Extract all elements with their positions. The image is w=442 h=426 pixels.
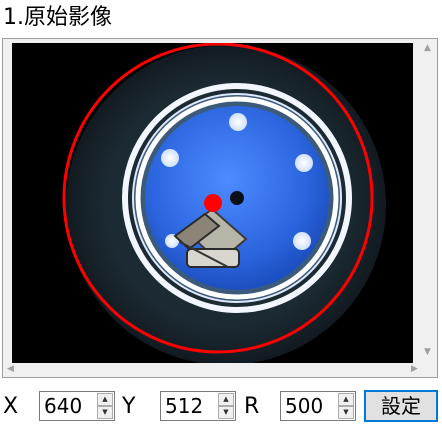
y-spin-buttons[interactable]: ▲ ▼ [218, 393, 234, 419]
scroll-up-icon[interactable]: ▲ [419, 40, 436, 57]
vertical-scrollbar[interactable]: ▲ ▼ [419, 40, 436, 376]
x-spinbox[interactable]: ▲ ▼ [39, 391, 115, 421]
x-input[interactable] [42, 394, 96, 418]
y-spin-down-icon[interactable]: ▼ [218, 406, 234, 419]
r-input[interactable] [283, 394, 337, 418]
x-spin-buttons[interactable]: ▲ ▼ [97, 393, 113, 419]
r-spin-buttons[interactable]: ▲ ▼ [338, 393, 354, 419]
center-hole [230, 191, 244, 205]
r-spinbox[interactable]: ▲ ▼ [280, 391, 356, 421]
scroll-down-icon[interactable]: ▼ [419, 344, 436, 361]
window: 1.原始影像 ▲ ▼ ◀ ▶ X 640 ▲ ▼ Y 512 ▲ ▼ R 500… [0, 0, 442, 426]
y-label: Y [122, 394, 136, 419]
set-button[interactable]: 設定 [364, 390, 438, 422]
horizontal-scrollbar[interactable]: ◀ ▶ [4, 363, 421, 376]
x-label: X [3, 394, 19, 419]
scroll-right-icon[interactable]: ▶ [408, 363, 421, 376]
image-viewer: ▲ ▼ ◀ ▶ [2, 38, 438, 378]
x-spin-down-icon[interactable]: ▼ [97, 406, 113, 419]
camera-image [12, 43, 413, 363]
r-label: R [244, 394, 260, 419]
section-title: 1.原始影像 [3, 5, 112, 30]
y-spinbox[interactable]: ▲ ▼ [160, 391, 236, 421]
led-spot-right [295, 154, 313, 172]
y-input[interactable] [163, 394, 217, 418]
led-spot-left [161, 149, 179, 167]
center-marker [204, 194, 222, 212]
led-spot-bottom-right [293, 232, 311, 250]
scroll-left-icon[interactable]: ◀ [4, 363, 17, 376]
r-spin-down-icon[interactable]: ▼ [338, 406, 354, 419]
controls-bar: X ▲ ▼ Y ▲ ▼ R ▲ ▼ 設定 [0, 388, 442, 424]
led-spot-top [229, 113, 247, 131]
camera-image-svg [62, 43, 386, 363]
y-spin-up-icon[interactable]: ▲ [218, 393, 234, 406]
r-spin-up-icon[interactable]: ▲ [338, 393, 354, 406]
x-spin-up-icon[interactable]: ▲ [97, 393, 113, 406]
